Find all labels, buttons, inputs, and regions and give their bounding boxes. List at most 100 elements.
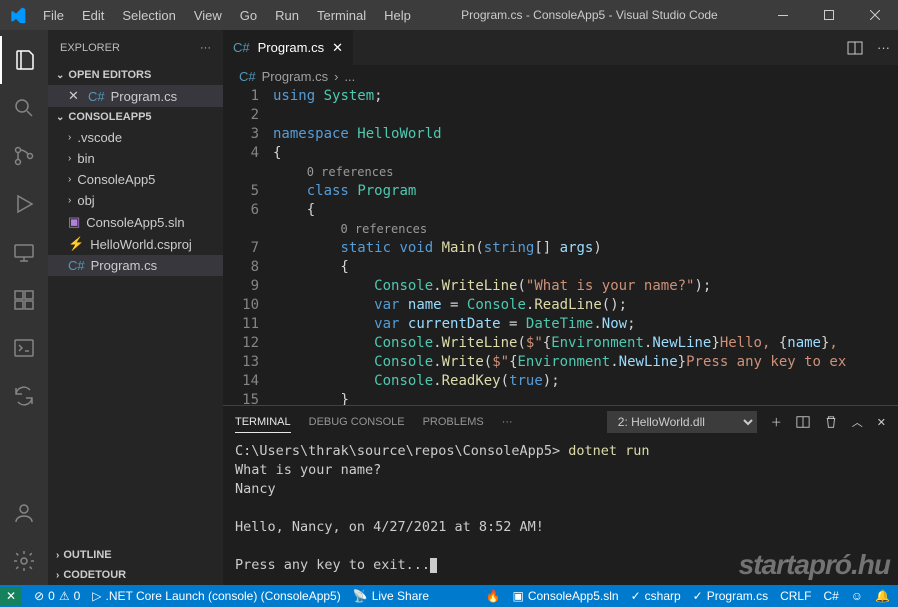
folder-label: .vscode [77,130,122,145]
file-label: Program.cs [91,258,157,273]
editor-tab-program[interactable]: C# Program.cs ✕ [223,30,354,65]
open-editors-section[interactable]: ⌄OPEN EDITORS [48,65,223,85]
new-terminal-icon[interactable]: ＋ [771,414,782,430]
activity-debug-icon[interactable] [0,180,48,228]
status-problems[interactable]: ⊘ 0 ⚠ 0 [34,589,80,603]
tab-close-icon[interactable]: ✕ [332,40,343,56]
close-button[interactable] [852,0,898,30]
menu-view[interactable]: View [186,4,230,27]
tab-label: Program.cs [258,40,324,55]
status-language[interactable]: C# [823,589,838,603]
tree-file-sln[interactable]: ▣ConsoleApp5.sln [48,211,223,233]
close-panel-icon[interactable]: ✕ [877,416,886,429]
breadcrumb[interactable]: C# Program.cs › ... [223,65,898,87]
tree-folder-bin[interactable]: ›bin [48,148,223,169]
chevron-right-icon: › [56,570,59,581]
breadcrumb-rest: ... [344,69,355,84]
close-icon[interactable]: ✕ [68,88,82,104]
sln-file-icon: ▣ [68,214,80,230]
chevron-right-icon: › [68,195,71,206]
menu-help[interactable]: Help [376,4,419,27]
codetour-section[interactable]: ›CODETOUR [48,565,223,585]
panel-more-icon[interactable]: ··· [502,412,513,432]
activity-scm-icon[interactable] [0,132,48,180]
open-editor-item[interactable]: ✕ C# Program.cs [48,85,223,107]
split-terminal-icon[interactable] [796,415,810,429]
menu-go[interactable]: Go [232,4,265,27]
explorer-title: EXPLORER [60,42,120,54]
activity-extensions-icon[interactable] [0,276,48,324]
csharp-file-icon: C# [88,89,105,104]
tree-file-program[interactable]: C# Program.cs [48,255,223,276]
menu-file[interactable]: File [35,4,72,27]
explorer-more-icon[interactable]: ··· [200,42,211,54]
tree-folder-vscode[interactable]: › .vscode [48,127,223,148]
workspace-section[interactable]: ⌄CONSOLEAPP5 [48,107,223,127]
status-active-file[interactable]: ✓ Program.cs [693,589,768,603]
activity-settings-icon[interactable] [0,537,48,585]
activity-account-icon[interactable] [0,489,48,537]
activity-remote-icon[interactable] [0,228,48,276]
terminal-cursor [430,558,437,573]
status-eol[interactable]: CRLF [780,589,811,603]
panel-tabs: TERMINAL DEBUG CONSOLE PROBLEMS ··· 2: H… [223,406,898,438]
chevron-down-icon: ⌄ [56,112,64,123]
menu-terminal[interactable]: Terminal [309,4,374,27]
tree-file-csproj[interactable]: ⚡HelloWorld.csproj [48,233,223,255]
window-title: Program.cs - ConsoleApp5 - Visual Studio… [419,8,760,22]
outline-label: OUTLINE [63,549,111,561]
status-solution[interactable]: ▣ ConsoleApp5.sln [513,589,619,603]
more-actions-icon[interactable]: ··· [877,40,890,55]
menu-run[interactable]: Run [267,4,307,27]
activity-bar [0,30,48,585]
status-feedback-icon[interactable]: ☺ [851,589,863,603]
outline-section[interactable]: › OUTLINE [48,545,223,565]
split-editor-icon[interactable] [847,40,863,56]
menu-selection[interactable]: Selection [114,4,183,27]
window-controls [760,0,898,30]
code-content[interactable]: using System; namespace HelloWorld { 0 r… [273,87,898,405]
terminal-output[interactable]: C:\Users\thrak\source\repos\ConsoleApp5>… [223,438,898,585]
breadcrumb-file: Program.cs [262,69,328,84]
editor-tabs: C# Program.cs ✕ ··· [223,30,898,65]
explorer-header: EXPLORER ··· [48,30,223,65]
chevron-right-icon: › [68,153,71,164]
chevron-right-icon: › [68,132,71,143]
chevron-right-icon: › [56,550,59,561]
status-launch-config[interactable]: ▷ .NET Core Launch (console) (ConsoleApp… [92,589,340,603]
csproj-file-icon: ⚡ [68,236,84,252]
code-editor[interactable]: 1234 56 789101112131415 using System; na… [223,87,898,405]
activity-sync-icon[interactable] [0,372,48,420]
panel-tab-debug-console[interactable]: DEBUG CONSOLE [309,412,405,432]
maximize-button[interactable] [806,0,852,30]
minimap[interactable] [818,144,898,204]
bottom-panel: TERMINAL DEBUG CONSOLE PROBLEMS ··· 2: H… [223,405,898,585]
maximize-panel-icon[interactable]: ︿ [852,414,863,430]
tree-folder-obj[interactable]: › obj [48,190,223,211]
activity-console-icon[interactable] [0,324,48,372]
status-live-share[interactable]: 📡 Live Share [353,589,429,603]
activity-search-icon[interactable] [0,84,48,132]
activity-explorer-icon[interactable] [0,36,48,84]
status-flame-icon[interactable]: 🔥 [486,589,501,603]
tree-folder-consoleapp5[interactable]: ›ConsoleApp5 [48,169,223,190]
menu-edit[interactable]: Edit [74,4,112,27]
menu-bar: File Edit Selection View Go Run Terminal… [35,4,419,27]
status-csharp[interactable]: ✓ csharp [631,589,681,603]
open-editors-label: OPEN EDITORS [68,69,151,81]
vscode-logo-icon [0,7,35,23]
explorer-sidebar: EXPLORER ··· ⌄OPEN EDITORS ✕ C# Program.… [48,30,223,585]
status-bar: ✕ ⊘ 0 ⚠ 0 ▷ .NET Core Launch (console) (… [0,585,898,607]
panel-tab-problems[interactable]: PROBLEMS [423,412,484,432]
terminal-selector[interactable]: 2: HelloWorld.dll [607,411,757,433]
kill-terminal-icon[interactable] [824,415,838,429]
folder-label: obj [77,193,94,208]
csharp-file-icon: C# [233,40,250,55]
panel-tab-terminal[interactable]: TERMINAL [235,412,291,433]
status-remote-icon[interactable]: ✕ [0,587,22,605]
status-bell-icon[interactable]: 🔔 [875,589,890,603]
csharp-file-icon: C# [239,69,256,84]
minimize-button[interactable] [760,0,806,30]
line-gutter: 1234 56 789101112131415 [223,87,273,405]
csharp-file-icon: C# [68,258,85,273]
